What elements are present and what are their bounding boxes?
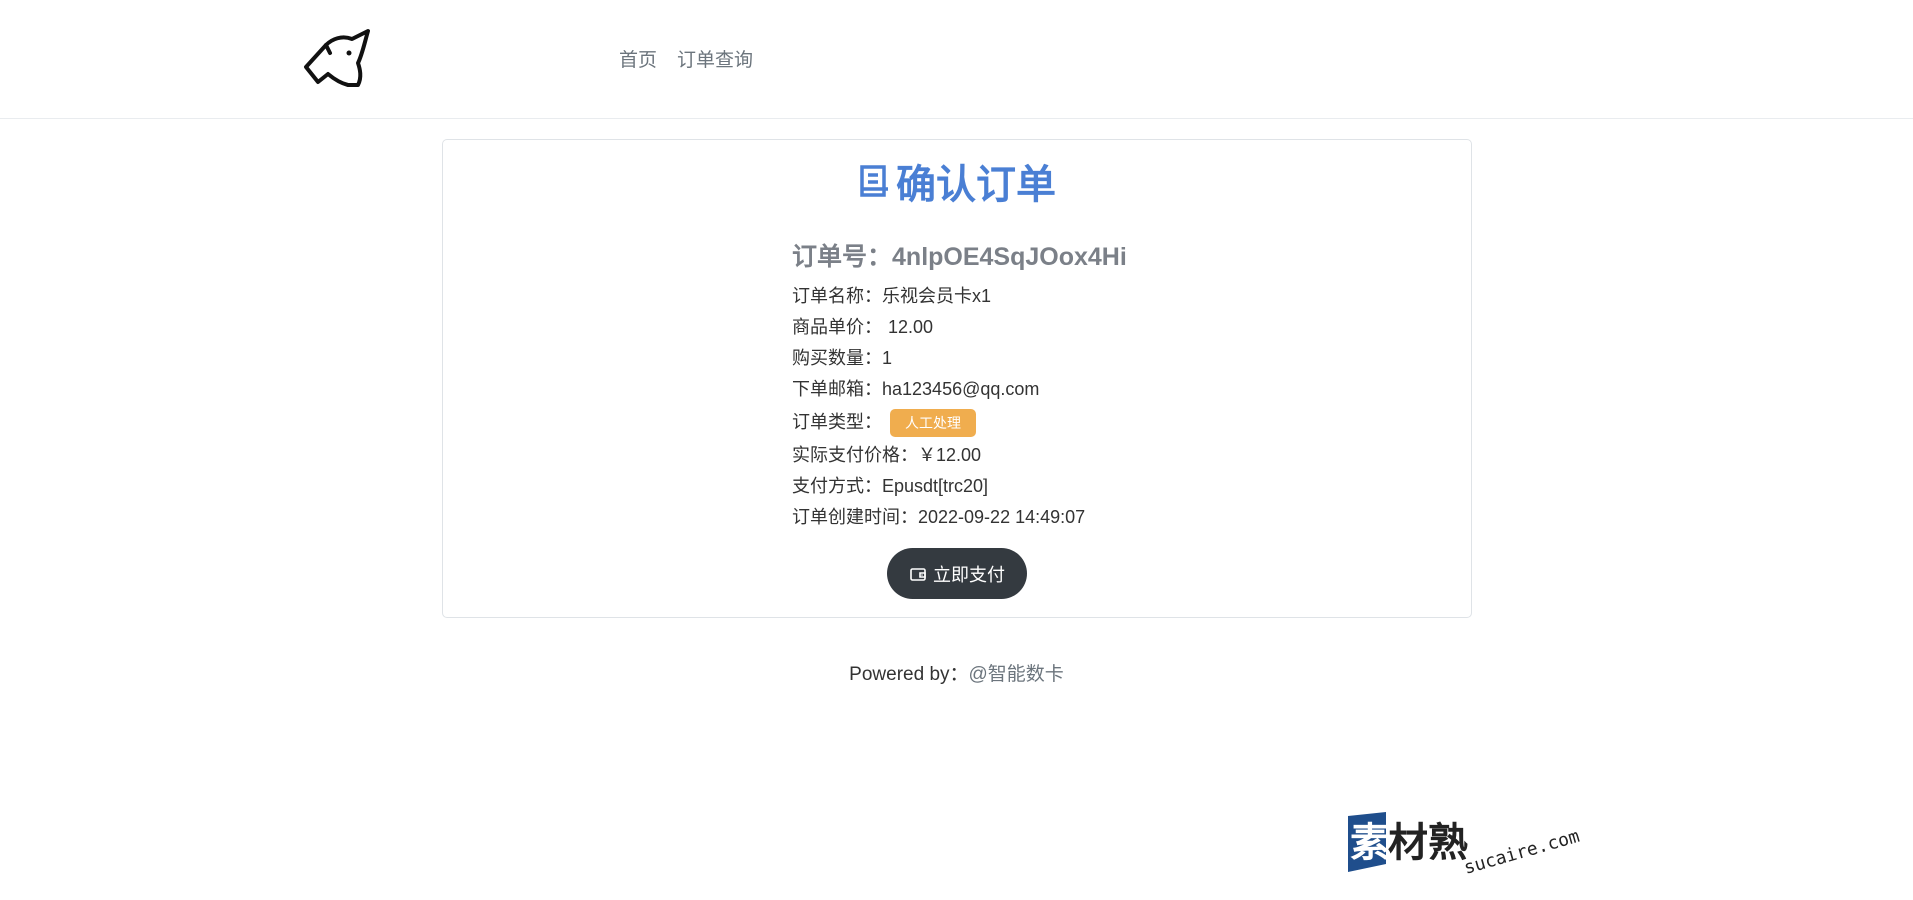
wallet-icon (910, 567, 926, 581)
receipt-icon (860, 165, 888, 197)
order-field-label: 订单名称： (792, 286, 882, 306)
order-field-label: 实际支付价格： (792, 445, 918, 465)
nav-order-query-link[interactable]: 订单查询 (677, 45, 753, 72)
order-field-row: 下单邮箱： ha123456@qq.com (792, 374, 1352, 405)
order-type-label: 订单类型： (792, 412, 882, 432)
order-field-row: 支付方式： Epusdt[trc20] (792, 471, 1352, 502)
order-field-label: 商品单价： (792, 317, 882, 337)
order-number-label: 订单号： (792, 243, 893, 271)
svg-text:材熟: 材熟 (1388, 820, 1468, 866)
order-field-row: 商品单价： 12.00 (792, 312, 1352, 343)
order-number-value: 4nlpOE4SqJOox4Hi (892, 243, 1127, 271)
nav-home-link[interactable]: 首页 (619, 45, 657, 72)
svg-text:sucaire.com: sucaire.com (1462, 826, 1582, 879)
order-field-row: 实际支付价格： ￥12.00 (792, 440, 1352, 471)
top-navbar: 首页 订单查询 (0, 0, 1913, 119)
footer: Powered by：@智能数卡 (0, 659, 1913, 686)
order-field-value: 2022-09-22 14:49:07 (918, 507, 1086, 527)
powered-by-link[interactable]: @智能数卡 (969, 664, 1064, 685)
order-field-row: 购买数量： 1 (792, 343, 1352, 374)
pay-now-label: 立即支付 (933, 564, 1005, 585)
page-title: 确认订单 (443, 152, 1471, 210)
order-field-value: 1 (882, 348, 893, 368)
order-field-label: 下单邮箱： (792, 379, 882, 399)
order-type-row: 订单类型： 人工处理 (792, 405, 1352, 440)
order-field-value: Epusdt[trc20] (882, 476, 989, 496)
order-field-value: 乐视会员卡x1 (882, 286, 992, 306)
page-title-text: 确认订单 (896, 163, 1056, 207)
pay-now-button[interactable]: 立即支付 (887, 548, 1027, 599)
order-field-row: 订单名称： 乐视会员卡x1 (792, 281, 1352, 312)
order-number: 订单号：4nlpOE4SqJOox4Hi (792, 237, 1352, 273)
order-field-value: ha123456@qq.com (882, 379, 1040, 399)
order-field-row: 订单创建时间： 2022-09-22 14:49:07 (792, 502, 1352, 533)
svg-text:素: 素 (1350, 820, 1390, 866)
order-confirm-card: 确认订单 订单号：4nlpOE4SqJOox4Hi 订单名称： 乐视会员卡x1 商… (442, 139, 1472, 618)
order-field-label: 购买数量： (792, 348, 882, 368)
sucaire-watermark: 素 材熟 sucaire.com (1348, 812, 1582, 879)
unicorn-head-icon[interactable] (302, 27, 372, 89)
order-info: 订单号：4nlpOE4SqJOox4Hi 订单名称： 乐视会员卡x1 商品单价： … (792, 237, 1352, 533)
order-type-badge: 人工处理 (890, 408, 976, 437)
powered-by-label: Powered by： (849, 664, 969, 685)
order-field-value: 12.00 (888, 317, 934, 337)
order-field-value: ￥12.00 (918, 445, 982, 465)
order-field-label: 支付方式： (792, 476, 882, 496)
main-nav: 首页 订单查询 (619, 45, 753, 72)
order-field-label: 订单创建时间： (792, 507, 918, 527)
